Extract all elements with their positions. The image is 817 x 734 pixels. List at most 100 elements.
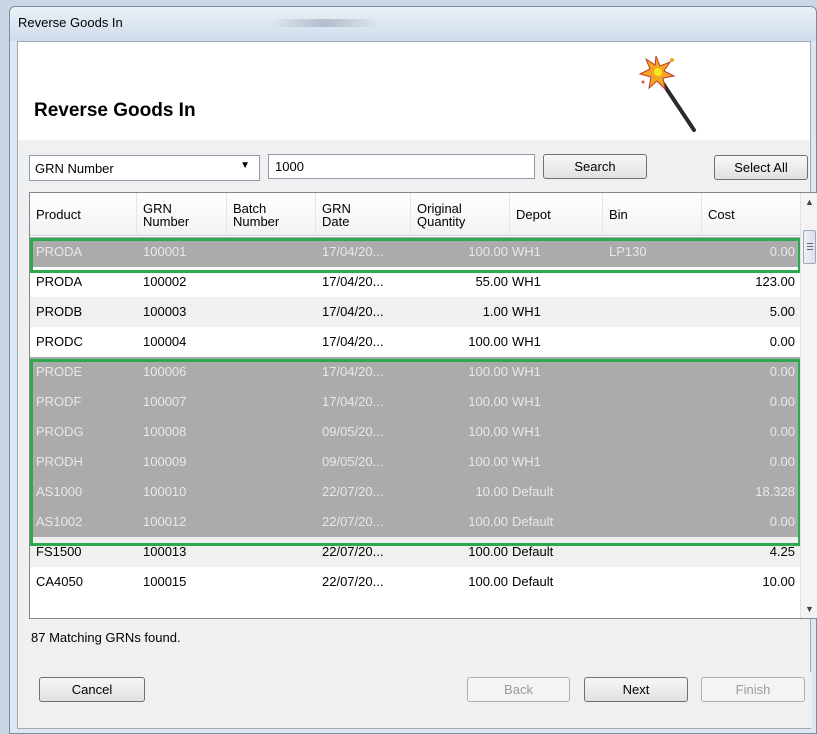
cell-product: FS1500	[36, 544, 82, 559]
cell-product: CA4050	[36, 574, 83, 589]
cell-batch-number	[233, 297, 310, 327]
cell-batch-number	[233, 567, 310, 597]
cell-depot: WH1	[512, 304, 541, 319]
table-row[interactable]: AS1000 100010 22/07/20... 10.00 Default 18.32…	[30, 477, 801, 507]
cancel-button[interactable]: Cancel	[39, 677, 145, 702]
cell-batch-number	[233, 237, 310, 267]
column-header-label: Number	[143, 213, 190, 229]
grip-line	[807, 249, 813, 250]
scrollbar-thumb[interactable]	[803, 230, 816, 264]
cell-product: PRODA	[36, 244, 83, 259]
table-row[interactable]: PRODC 100004 17/04/20... 100.00 WH1 0.00	[30, 327, 801, 357]
table-row[interactable]: PRODA 100002 17/04/20... 55.00 WH1 123.00	[30, 267, 801, 297]
scroll-down-icon[interactable]: ▼	[805, 604, 814, 614]
scroll-up-icon[interactable]: ▲	[805, 197, 814, 207]
table-row[interactable]: PRODG 100008 09/05/20... 100.00 WH1 0.00	[30, 417, 801, 447]
cell-product: PRODA	[36, 274, 83, 289]
column-header-label: Original	[417, 200, 462, 216]
cell-depot: Default	[512, 514, 554, 529]
cell-grn-number: 100013	[143, 544, 187, 559]
column-header-label: Batch	[233, 200, 267, 216]
cell-bin	[609, 567, 696, 597]
cell-depot: WH1	[512, 454, 541, 469]
search-input[interactable]	[268, 154, 535, 179]
cell-original-quantity: 100.00	[468, 334, 508, 349]
cell-original-quantity: 10.00	[475, 484, 508, 499]
cell-grn-number: 100007	[143, 394, 187, 409]
cell-batch-number	[233, 537, 310, 567]
cell-cost: 0.00	[769, 424, 795, 439]
dropdown-selected-value: GRN Number	[35, 161, 114, 176]
cell-grn-number: 100008	[143, 424, 187, 439]
table-row[interactable]: PRODF 100007 17/04/20... 100.00 WH1 0.00	[30, 387, 801, 417]
column-header-label: Date	[322, 213, 350, 229]
column-header-cost[interactable]: Cost	[702, 193, 801, 236]
dialog-window: Reverse Goods In Reverse Goods In GRN Nu…	[9, 6, 817, 734]
cell-original-quantity: 100.00	[468, 544, 508, 559]
column-header-grn-number[interactable]: GRN Number	[137, 193, 227, 236]
table-row[interactable]: PRODE 100006 17/04/20... 100.00 WH1 0.00	[30, 357, 801, 387]
grid-header: Product GRN Number Batch Number GRN Date Origin…	[30, 193, 801, 236]
cell-grn-date: 17/04/20...	[322, 304, 384, 319]
grn-grid[interactable]: Product GRN Number Batch Number GRN Date Origin…	[29, 192, 817, 619]
cell-batch-number	[233, 267, 310, 297]
cell-bin	[609, 507, 696, 537]
search-field-dropdown[interactable]: GRN Number ▼	[29, 155, 260, 181]
column-header-label: Bin	[609, 207, 628, 222]
cell-product: AS1000	[36, 484, 83, 499]
column-header-product[interactable]: Product	[30, 193, 137, 236]
cell-product: PRODE	[36, 364, 83, 379]
cell-depot: WH1	[512, 274, 541, 289]
cell-grn-date: 22/07/20...	[322, 544, 384, 559]
column-header-original-quantity[interactable]: Original Quantity	[411, 193, 510, 236]
cell-depot: Default	[512, 574, 554, 589]
cell-grn-date: 17/04/20...	[322, 364, 384, 379]
cell-original-quantity: 1.00	[482, 304, 508, 319]
column-header-batch-number[interactable]: Batch Number	[227, 193, 316, 236]
magic-wand-icon	[638, 55, 696, 132]
cell-bin	[609, 267, 696, 297]
cell-cost: 0.00	[769, 244, 795, 259]
cell-product: PRODC	[36, 334, 83, 349]
column-header-grn-date[interactable]: GRN Date	[316, 193, 411, 236]
grip-line	[807, 243, 813, 244]
search-button[interactable]: Search	[543, 154, 647, 179]
cell-original-quantity: 100.00	[468, 454, 508, 469]
table-row[interactable]: FS1500 100013 22/07/20... 100.00 Default 4.25	[30, 537, 801, 567]
cell-product: PRODH	[36, 454, 83, 469]
table-row[interactable]: PRODA 100001 17/04/20... 100.00 WH1 LP130 0.00	[30, 237, 801, 267]
column-header-label: Number	[233, 213, 280, 229]
cell-depot: Default	[512, 544, 554, 559]
next-button[interactable]: Next	[584, 677, 688, 702]
table-row[interactable]: CA4050 100015 22/07/20... 100.00 Default 10.0…	[30, 567, 801, 597]
cell-grn-number: 100003	[143, 304, 187, 319]
cell-cost: 0.00	[769, 394, 795, 409]
cell-bin: LP130	[609, 244, 647, 259]
cell-original-quantity: 100.00	[468, 244, 508, 259]
cell-batch-number	[233, 417, 310, 447]
title-bar[interactable]: Reverse Goods In	[10, 7, 816, 41]
table-row[interactable]: PRODB 100003 17/04/20... 1.00 WH1 5.00	[30, 297, 801, 327]
cell-grn-date: 17/04/20...	[322, 334, 384, 349]
column-header-label: Quantity	[417, 213, 466, 229]
cell-grn-number: 100009	[143, 454, 187, 469]
cell-original-quantity: 100.00	[468, 514, 508, 529]
cell-depot: WH1	[512, 244, 541, 259]
finish-button[interactable]: Finish	[701, 677, 805, 702]
table-row[interactable]: PRODH 100009 09/05/20... 100.00 WH1 0.00	[30, 447, 801, 477]
cell-cost: 4.25	[769, 544, 795, 559]
cell-bin	[609, 537, 696, 567]
cell-grn-date: 09/05/20...	[322, 454, 384, 469]
cell-batch-number	[233, 477, 310, 507]
select-all-button[interactable]: Select All	[714, 155, 808, 180]
column-header-bin[interactable]: Bin	[603, 193, 702, 236]
table-row[interactable]: AS1002 100012 22/07/20... 100.00 Default 0.00	[30, 507, 801, 537]
cell-batch-number	[233, 447, 310, 477]
cell-depot: WH1	[512, 394, 541, 409]
grid-scrollbar[interactable]: ▲ ▼	[800, 193, 817, 618]
back-button[interactable]: Back	[467, 677, 570, 702]
column-header-depot[interactable]: Depot	[510, 193, 603, 236]
cell-batch-number	[233, 357, 310, 387]
cell-bin	[609, 477, 696, 507]
chevron-down-icon: ▼	[240, 160, 250, 171]
